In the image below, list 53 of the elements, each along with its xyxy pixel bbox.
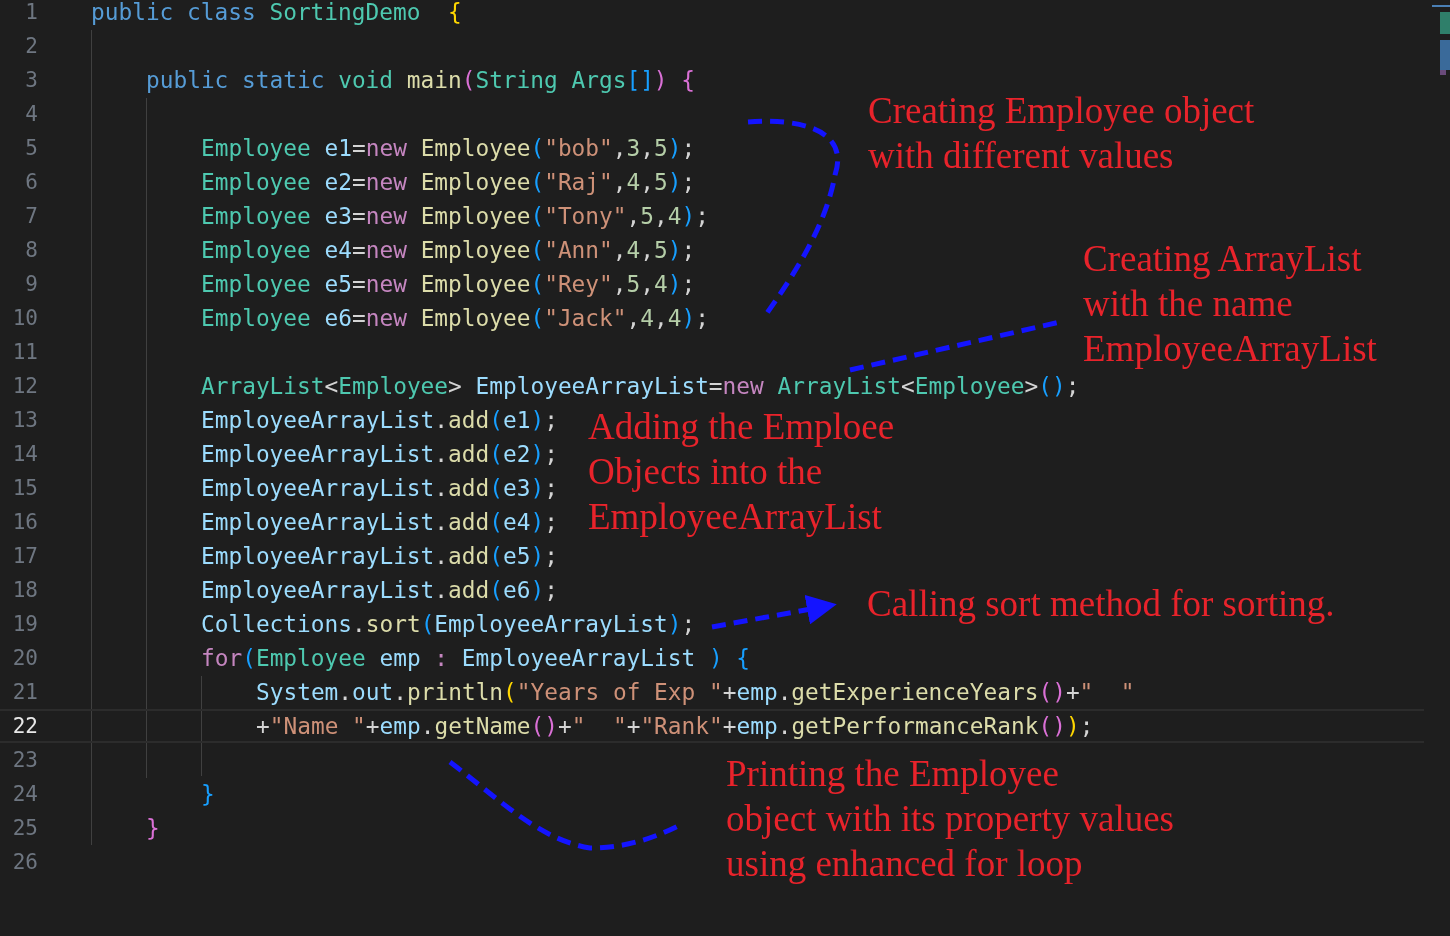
code-line: Employee e2=new Employee("Raj",4,5); bbox=[201, 168, 696, 197]
code-line: Collections.sort(EmployeeArrayList); bbox=[201, 610, 696, 639]
annotation-text: Calling sort method for sorting. bbox=[867, 582, 1335, 626]
line-number: 19 bbox=[11, 612, 38, 636]
code-line: ArrayList<Employee> EmployeeArrayList=new ArrayList<Employee>(); bbox=[201, 372, 1080, 401]
code-line: EmployeeArrayList.add(e4); bbox=[201, 508, 558, 537]
line-number: 16 bbox=[11, 510, 38, 534]
code-line: EmployeeArrayList.add(e6); bbox=[201, 576, 558, 605]
code-line: Employee e3=new Employee("Tony",5,4); bbox=[201, 202, 709, 231]
code-line: Employee e5=new Employee("Rey",5,4); bbox=[201, 270, 696, 299]
line-number: 21 bbox=[11, 680, 38, 704]
code-line: +"Name "+emp.getName()+" "+"Rank"+emp.getPerformanceRank()); bbox=[256, 712, 1094, 741]
line-number: 20 bbox=[11, 646, 38, 670]
line-number: 22 bbox=[11, 714, 38, 738]
line-number: 2 bbox=[24, 34, 38, 58]
line-number: 3 bbox=[24, 68, 38, 92]
line-number: 25 bbox=[11, 816, 38, 840]
code-line: EmployeeArrayList.add(e2); bbox=[201, 440, 558, 469]
line-number: 8 bbox=[24, 238, 38, 262]
line-number: 23 bbox=[11, 748, 38, 772]
line-number: 17 bbox=[11, 544, 38, 568]
line-number: 11 bbox=[11, 340, 38, 364]
line-number: 1 bbox=[24, 0, 38, 24]
code-line: EmployeeArrayList.add(e3); bbox=[201, 474, 558, 503]
code-line: public class SortingDemo { bbox=[91, 0, 462, 27]
code-line: EmployeeArrayList.add(e5); bbox=[201, 542, 558, 571]
code-line: } bbox=[146, 814, 160, 843]
line-number: 12 bbox=[11, 374, 38, 398]
line-number: 26 bbox=[11, 850, 38, 874]
line-number: 4 bbox=[24, 102, 38, 126]
line-number: 18 bbox=[11, 578, 38, 602]
line-number: 14 bbox=[11, 442, 38, 466]
line-number: 7 bbox=[24, 204, 38, 228]
line-number: 24 bbox=[11, 782, 38, 806]
code-line: Employee e4=new Employee("Ann",4,5); bbox=[201, 236, 696, 265]
line-number: 13 bbox=[11, 408, 38, 432]
line-number: 5 bbox=[24, 136, 38, 160]
line-number: 10 bbox=[11, 306, 38, 330]
code-line: public static void main(String Args[]) { bbox=[146, 66, 696, 95]
annotation-text: Adding the Emploee Objects into the EmployeeArrayList bbox=[588, 405, 895, 539]
code-line: EmployeeArrayList.add(e1); bbox=[201, 406, 558, 435]
annotation-text: Creating ArrayList with the name EmployeeArrayList bbox=[1083, 237, 1377, 371]
line-number: 9 bbox=[24, 272, 38, 296]
code-line: System.out.println("Years of Exp "+emp.getExperienceYears()+" " bbox=[256, 678, 1135, 707]
code-line: for(Employee emp : EmployeeArrayList ) { bbox=[201, 644, 751, 673]
line-number: 15 bbox=[11, 476, 38, 500]
annotation-text: Printing the Employee object with its property values using enhanced for loop bbox=[726, 752, 1174, 886]
code-line: } bbox=[201, 780, 215, 809]
code-line: Employee e1=new Employee("bob",3,5); bbox=[201, 134, 696, 163]
line-number: 6 bbox=[24, 170, 38, 194]
annotation-text: Creating Employee object with different values bbox=[868, 89, 1255, 178]
code-line: Employee e6=new Employee("Jack",4,4); bbox=[201, 304, 709, 333]
minimap-drawing bbox=[1432, 5, 1450, 75]
